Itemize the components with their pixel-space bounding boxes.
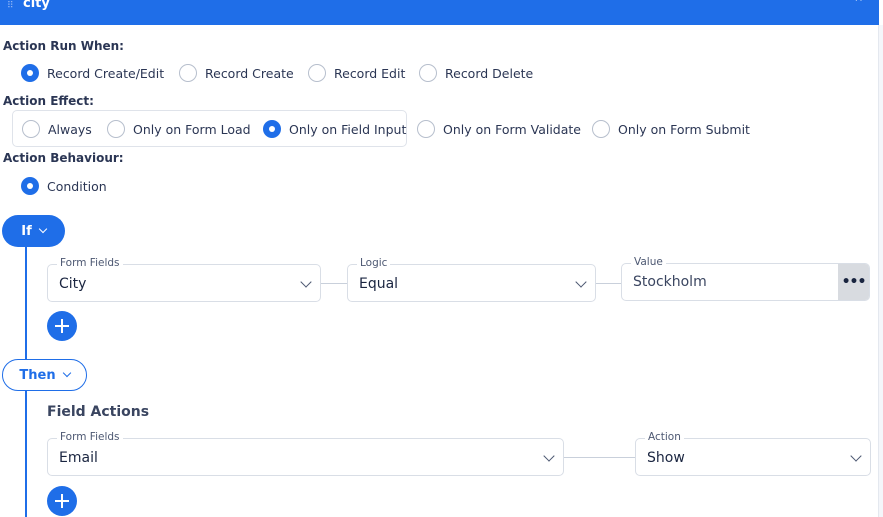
radio-unchecked-icon (417, 120, 435, 138)
field-value: City (59, 276, 87, 292)
behaviour-label: Action Behaviour: (3, 151, 124, 165)
radio-unchecked-icon (22, 120, 40, 138)
radio-condition[interactable]: Condition (21, 177, 107, 195)
radio-form-submit[interactable]: Only on Form Submit (592, 120, 750, 138)
radio-record-create-edit[interactable]: Record Create/Edit (21, 64, 164, 82)
chevron-down-icon (575, 276, 587, 288)
field-actions-title: Field Actions (47, 404, 150, 420)
field-label: Form Fields (57, 257, 123, 269)
radio-label: Record Edit (334, 65, 406, 81)
radio-label: Only on Form Submit (618, 121, 750, 137)
add-action-button[interactable] (47, 486, 77, 516)
if-toggle-button[interactable]: If (2, 215, 65, 247)
then-toggle-button[interactable]: Then (2, 359, 87, 391)
field-value: Stockholm (633, 274, 707, 290)
radio-label: Record Create/Edit (47, 65, 165, 81)
radio-unchecked-icon (107, 120, 125, 138)
radio-label: Only on Field Input (289, 121, 407, 137)
connector-line (564, 457, 635, 458)
radio-always[interactable]: Always (22, 120, 92, 138)
radio-checked-icon (21, 64, 39, 82)
if-value-input[interactable]: Value Stockholm ••• (621, 256, 870, 301)
radio-checked-icon (21, 177, 39, 195)
radio-label: Record Delete (445, 65, 534, 81)
field-label: Logic (357, 257, 391, 269)
drag-handle-icon[interactable]: ⠿ (7, 1, 14, 11)
radio-label: Record Create (205, 65, 294, 81)
field-label: Value (631, 256, 666, 268)
radio-unchecked-icon (179, 64, 197, 82)
radio-field-input[interactable]: Only on Field Input (263, 120, 406, 138)
radio-record-edit[interactable]: Record Edit (308, 64, 405, 82)
more-options-button[interactable]: ••• (838, 264, 869, 300)
add-condition-button[interactable] (47, 311, 77, 341)
field-value: Show (647, 450, 685, 466)
chevron-down-icon (850, 450, 862, 462)
then-action-select[interactable]: Action Show (635, 431, 871, 476)
radio-label: Condition (47, 178, 107, 194)
connector-line (321, 283, 347, 284)
collapse-icon[interactable]: ⌃ (852, 0, 865, 12)
radio-form-load[interactable]: Only on Form Load (107, 120, 251, 138)
run-when-label: Action Run When: (3, 39, 124, 53)
field-value: Equal (359, 276, 399, 292)
radio-record-create[interactable]: Record Create (179, 64, 294, 82)
radio-checked-icon (263, 120, 281, 138)
if-label: If (21, 223, 32, 239)
radio-label: Always (48, 121, 92, 137)
chevron-down-icon (62, 368, 71, 378)
field-label: Form Fields (57, 431, 123, 443)
if-form-fields-select[interactable]: Form Fields City (47, 257, 321, 302)
chevron-down-icon (543, 450, 555, 462)
radio-unchecked-icon (592, 120, 610, 138)
vertical-scrollbar[interactable] (878, 25, 883, 517)
radio-record-delete[interactable]: Record Delete (419, 64, 533, 82)
then-form-fields-select[interactable]: Form Fields Email (47, 431, 564, 476)
radio-label: Only on Form Validate (443, 121, 581, 137)
effect-label: Action Effect: (3, 94, 94, 108)
panel-header: ⠿ city ⌃ (0, 0, 879, 25)
radio-form-validate[interactable]: Only on Form Validate (417, 120, 581, 138)
connector-line (596, 283, 621, 284)
field-value: Email (59, 450, 98, 466)
radio-unchecked-icon (419, 64, 437, 82)
panel-title: city (23, 0, 50, 11)
chevron-down-icon (38, 224, 47, 234)
field-label: Action (645, 431, 684, 443)
radio-unchecked-icon (308, 64, 326, 82)
chevron-down-icon (300, 276, 312, 288)
if-logic-select[interactable]: Logic Equal (347, 257, 596, 302)
radio-label: Only on Form Load (133, 121, 251, 137)
then-label: Then (19, 367, 56, 383)
